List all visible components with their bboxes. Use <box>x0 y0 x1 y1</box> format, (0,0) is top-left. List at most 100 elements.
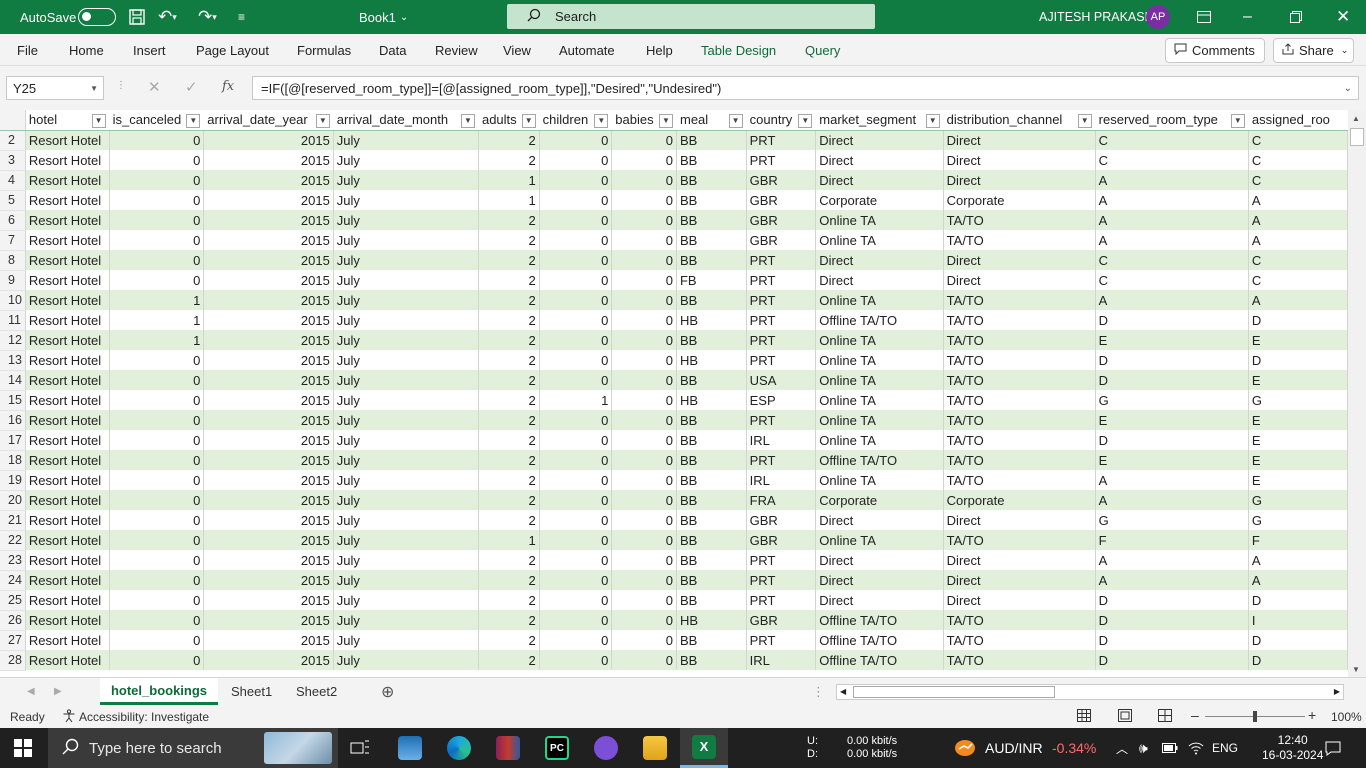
table-cell[interactable]: TA/TO <box>943 330 1096 350</box>
table-cell[interactable]: 2 <box>478 290 540 310</box>
table-cell[interactable]: BB <box>676 230 747 250</box>
table-cell[interactable]: 2015 <box>203 310 334 330</box>
table-cell[interactable]: Direct <box>815 510 944 530</box>
table-cell[interactable]: Resort Hotel <box>25 390 110 410</box>
table-cell[interactable]: Resort Hotel <box>25 330 110 350</box>
column-header[interactable]: arrival_date_year ▼ <box>203 110 334 131</box>
filter-dropdown-icon[interactable]: ▼ <box>186 113 201 128</box>
table-cell[interactable]: 2015 <box>203 590 334 610</box>
table-cell[interactable]: BB <box>676 450 747 470</box>
table-cell[interactable]: 2015 <box>203 210 334 230</box>
table-cell[interactable]: TA/TO <box>943 610 1096 630</box>
table-cell[interactable]: 0 <box>109 570 205 590</box>
table-cell[interactable]: 2015 <box>203 350 334 370</box>
table-cell[interactable]: A <box>1095 470 1249 490</box>
table-cell[interactable]: Direct <box>815 170 944 190</box>
table-cell[interactable]: 2015 <box>203 470 334 490</box>
table-cell[interactable]: E <box>1248 470 1348 490</box>
table-cell[interactable]: Online TA <box>815 370 944 390</box>
table-cell[interactable]: 1 <box>478 530 540 550</box>
table-cell[interactable]: 2015 <box>203 230 334 250</box>
table-cell[interactable]: 2015 <box>203 570 334 590</box>
table-cell[interactable]: IRL <box>746 470 817 490</box>
table-cell[interactable]: 2 <box>478 270 540 290</box>
table-cell[interactable]: July <box>333 610 479 630</box>
cancel-entry-icon[interactable]: ✕ <box>148 78 161 96</box>
table-cell[interactable]: TA/TO <box>943 370 1096 390</box>
table-cell[interactable]: 0 <box>611 450 677 470</box>
table-cell[interactable]: Resort Hotel <box>25 230 110 250</box>
row-header[interactable]: 8 <box>0 250 26 271</box>
table-cell[interactable]: C <box>1248 270 1348 290</box>
table-cell[interactable]: July <box>333 370 479 390</box>
tab-automate[interactable]: Automate <box>559 34 615 66</box>
row-header[interactable]: 14 <box>0 370 26 391</box>
table-cell[interactable]: D <box>1248 630 1348 650</box>
table-cell[interactable]: 0 <box>611 610 677 630</box>
table-cell[interactable]: 0 <box>109 210 205 230</box>
tab-table-design[interactable]: Table Design <box>701 34 776 66</box>
table-cell[interactable]: Resort Hotel <box>25 210 110 230</box>
zoom-slider[interactable] <box>1205 711 1305 722</box>
table-cell[interactable]: 2015 <box>203 530 334 550</box>
table-cell[interactable]: Corporate <box>943 190 1096 210</box>
table-cell[interactable]: July <box>333 410 479 430</box>
table-cell[interactable]: G <box>1095 510 1249 530</box>
scroll-up-icon[interactable]: ▲ <box>1352 114 1360 123</box>
table-cell[interactable]: PRT <box>746 250 817 270</box>
vertical-scroll-thumb[interactable] <box>1350 128 1364 146</box>
table-cell[interactable]: PRT <box>746 630 817 650</box>
taskbar-pycharm-icon[interactable]: PC <box>545 728 569 768</box>
table-cell[interactable]: July <box>333 510 479 530</box>
taskbar-excel-icon[interactable]: X <box>680 728 728 768</box>
table-cell[interactable]: 0 <box>539 270 613 290</box>
table-cell[interactable]: A <box>1248 190 1348 210</box>
table-cell[interactable]: 0 <box>109 130 205 150</box>
worksheet-grid[interactable]: hotel ▼ is_canceled ▼ arrival_date_year ▼ arri… <box>0 110 1348 677</box>
table-cell[interactable]: 2015 <box>203 390 334 410</box>
table-cell[interactable]: 2015 <box>203 330 334 350</box>
table-cell[interactable]: Online TA <box>815 390 944 410</box>
table-cell[interactable]: GBR <box>746 170 817 190</box>
table-cell[interactable]: 0 <box>109 470 205 490</box>
table-cell[interactable]: TA/TO <box>943 530 1096 550</box>
table-cell[interactable]: Resort Hotel <box>25 590 110 610</box>
column-header[interactable]: is_canceled ▼ <box>109 110 205 131</box>
table-cell[interactable]: C <box>1248 150 1348 170</box>
table-cell[interactable]: BB <box>676 550 747 570</box>
table-cell[interactable]: I <box>1248 610 1348 630</box>
table-cell[interactable]: 2 <box>478 590 540 610</box>
page-break-view-icon[interactable] <box>1158 709 1172 725</box>
language-indicator[interactable]: ENG <box>1212 728 1238 768</box>
column-header[interactable]: country ▼ <box>746 110 817 131</box>
table-cell[interactable]: Direct <box>943 550 1096 570</box>
taskbar-search[interactable]: Type here to search <box>48 728 338 768</box>
table-cell[interactable]: 2 <box>478 230 540 250</box>
table-cell[interactable]: PRT <box>746 330 817 350</box>
table-cell[interactable]: BB <box>676 430 747 450</box>
table-cell[interactable]: 0 <box>109 190 205 210</box>
table-cell[interactable]: 2 <box>478 130 540 150</box>
table-cell[interactable]: A <box>1095 170 1249 190</box>
table-cell[interactable]: Online TA <box>815 290 944 310</box>
task-view-icon[interactable] <box>350 728 370 768</box>
table-cell[interactable]: PRT <box>746 550 817 570</box>
row-header[interactable]: 10 <box>0 290 26 311</box>
table-cell[interactable]: July <box>333 570 479 590</box>
row-header[interactable]: 15 <box>0 390 26 411</box>
table-cell[interactable]: A <box>1095 210 1249 230</box>
table-cell[interactable]: 2015 <box>203 450 334 470</box>
table-cell[interactable]: 0 <box>109 410 205 430</box>
table-cell[interactable]: 2 <box>478 250 540 270</box>
table-cell[interactable]: Resort Hotel <box>25 370 110 390</box>
table-cell[interactable]: Resort Hotel <box>25 350 110 370</box>
table-cell[interactable]: July <box>333 210 479 230</box>
column-header[interactable]: meal ▼ <box>676 110 747 131</box>
table-cell[interactable]: PRT <box>746 150 817 170</box>
row-header[interactable]: 26 <box>0 610 26 631</box>
table-cell[interactable]: 0 <box>611 230 677 250</box>
column-header[interactable]: market_segment ▼ <box>815 110 944 131</box>
column-header[interactable]: reserved_room_type ▼ <box>1095 110 1249 131</box>
table-cell[interactable]: 0 <box>611 270 677 290</box>
table-cell[interactable]: 2015 <box>203 550 334 570</box>
